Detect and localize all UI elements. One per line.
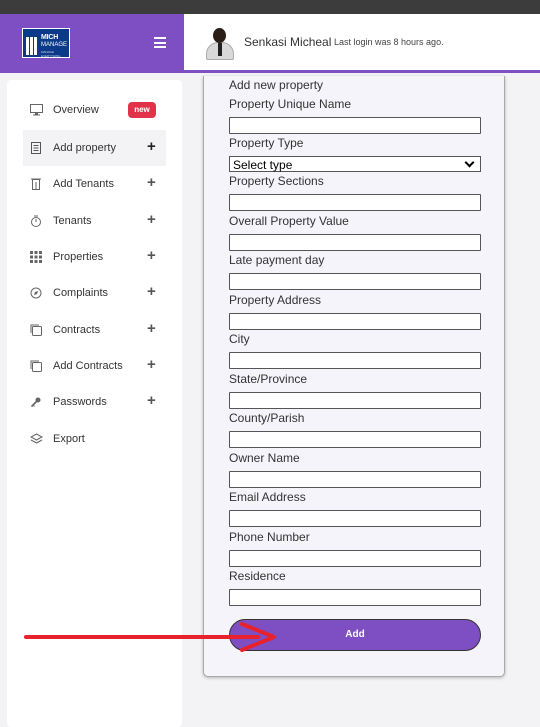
sidebar-item-label: Export — [53, 433, 85, 445]
residence-input[interactable] — [229, 589, 481, 606]
expand-plus-icon[interactable]: + — [147, 138, 156, 155]
expand-plus-icon[interactable]: + — [147, 356, 156, 373]
sidebar-item-label: Overview — [53, 104, 99, 116]
document-icon — [30, 142, 42, 154]
sidebar-item-label: Complaints — [53, 287, 109, 299]
sidebar-item-label: Properties — [53, 251, 104, 263]
sidebar: Overview new Add property + Add Tenants … — [7, 80, 182, 727]
property-address-input[interactable] — [229, 313, 481, 330]
property-type-selected-value: Select type — [233, 158, 293, 172]
copy-icon — [30, 324, 42, 336]
property-sections-label: Property Sections — [229, 174, 324, 188]
property-unique-name-input[interactable] — [229, 117, 481, 134]
new-badge: new — [128, 102, 156, 118]
logo-building-icon — [26, 37, 37, 55]
expand-plus-icon[interactable]: + — [147, 247, 156, 264]
sidebar-item-label: Add Contracts — [53, 360, 123, 372]
sidebar-item-label: Add Tenants — [53, 178, 114, 190]
expand-plus-icon[interactable]: + — [147, 392, 156, 409]
expand-plus-icon[interactable]: + — [147, 211, 156, 228]
property-sections-input[interactable] — [229, 194, 481, 211]
layers-icon — [29, 433, 44, 445]
overall-property-value-label: Overall Property Value — [229, 214, 349, 228]
sidebar-item-tenants[interactable]: Tenants + — [23, 203, 166, 239]
sidebar-item-add-tenants[interactable]: Add Tenants + — [23, 166, 166, 202]
city-input[interactable] — [229, 352, 481, 369]
overall-property-value-input[interactable] — [229, 234, 481, 251]
sidebar-item-label: Passwords — [53, 396, 107, 408]
city-label: City — [229, 332, 250, 346]
last-login-text: Last login was 8 hours ago. — [334, 37, 444, 47]
late-payment-day-label: Late payment day — [229, 253, 325, 267]
expand-plus-icon[interactable]: + — [147, 174, 156, 191]
sidebar-item-complaints[interactable]: Complaints + — [23, 275, 166, 311]
sidebar-item-passwords[interactable]: Passwords + — [23, 384, 166, 420]
residence-label: Residence — [229, 569, 286, 583]
property-type-label: Property Type — [229, 136, 304, 150]
brand-panel: MICH MANAGE MANAGE EVERYTHING — [0, 14, 184, 73]
expand-plus-icon[interactable]: + — [147, 320, 156, 337]
add-property-button[interactable]: Add — [229, 619, 481, 651]
owner-name-label: Owner Name — [229, 451, 300, 465]
form-title: Add new property — [229, 78, 324, 92]
property-type-select[interactable]: Select type — [229, 156, 481, 172]
sidebar-item-label: Add property — [53, 142, 116, 154]
menu-toggle-icon[interactable] — [154, 37, 166, 48]
user-header: Senkasi Micheal Last login was 8 hours a… — [184, 14, 540, 73]
late-payment-day-input[interactable] — [229, 273, 481, 290]
chevron-down-icon — [464, 157, 475, 168]
county-parish-input[interactable] — [229, 431, 481, 448]
logo-text-2: MANAGE — [41, 42, 68, 48]
owner-name-input[interactable] — [229, 471, 481, 488]
avatar[interactable] — [204, 26, 236, 60]
sidebar-item-label: Tenants — [53, 215, 92, 227]
email-address-input[interactable] — [229, 510, 481, 527]
state-province-label: State/Province — [229, 372, 308, 386]
add-property-form: Add new property Property Unique Name Pr… — [203, 76, 505, 677]
property-unique-name-label: Property Unique Name — [229, 97, 352, 111]
sidebar-item-export[interactable]: Export — [23, 421, 166, 457]
monitor-icon — [30, 104, 43, 116]
username[interactable]: Senkasi Micheal — [244, 35, 331, 49]
phone-number-label: Phone Number — [229, 530, 310, 544]
browser-top-strip — [0, 0, 540, 14]
sidebar-item-label: Contracts — [53, 324, 101, 336]
logo-text-3: MANAGE EVERYTHING — [41, 50, 61, 58]
expand-plus-icon[interactable]: + — [147, 283, 156, 300]
county-parish-label: County/Parish — [229, 411, 305, 425]
sidebar-item-contracts[interactable]: Contracts + — [23, 312, 166, 348]
grid-icon — [30, 251, 42, 263]
property-address-label: Property Address — [229, 293, 322, 307]
logo-text-1: MICH — [41, 34, 59, 41]
stopwatch-icon — [30, 215, 42, 227]
sidebar-item-properties[interactable]: Properties + — [23, 239, 166, 275]
key-icon — [30, 396, 42, 408]
phone-number-input[interactable] — [229, 550, 481, 567]
sidebar-item-add-contracts[interactable]: Add Contracts + — [23, 348, 166, 384]
state-province-input[interactable] — [229, 392, 481, 409]
mich-manage-logo[interactable]: MICH MANAGE MANAGE EVERYTHING — [22, 28, 70, 58]
compass-icon — [30, 287, 42, 299]
sidebar-item-overview[interactable]: Overview new — [23, 92, 166, 128]
sidebar-item-add-property[interactable]: Add property + — [23, 130, 166, 166]
email-address-label: Email Address — [229, 490, 306, 504]
copy-icon — [30, 360, 42, 372]
building-icon — [30, 178, 42, 190]
